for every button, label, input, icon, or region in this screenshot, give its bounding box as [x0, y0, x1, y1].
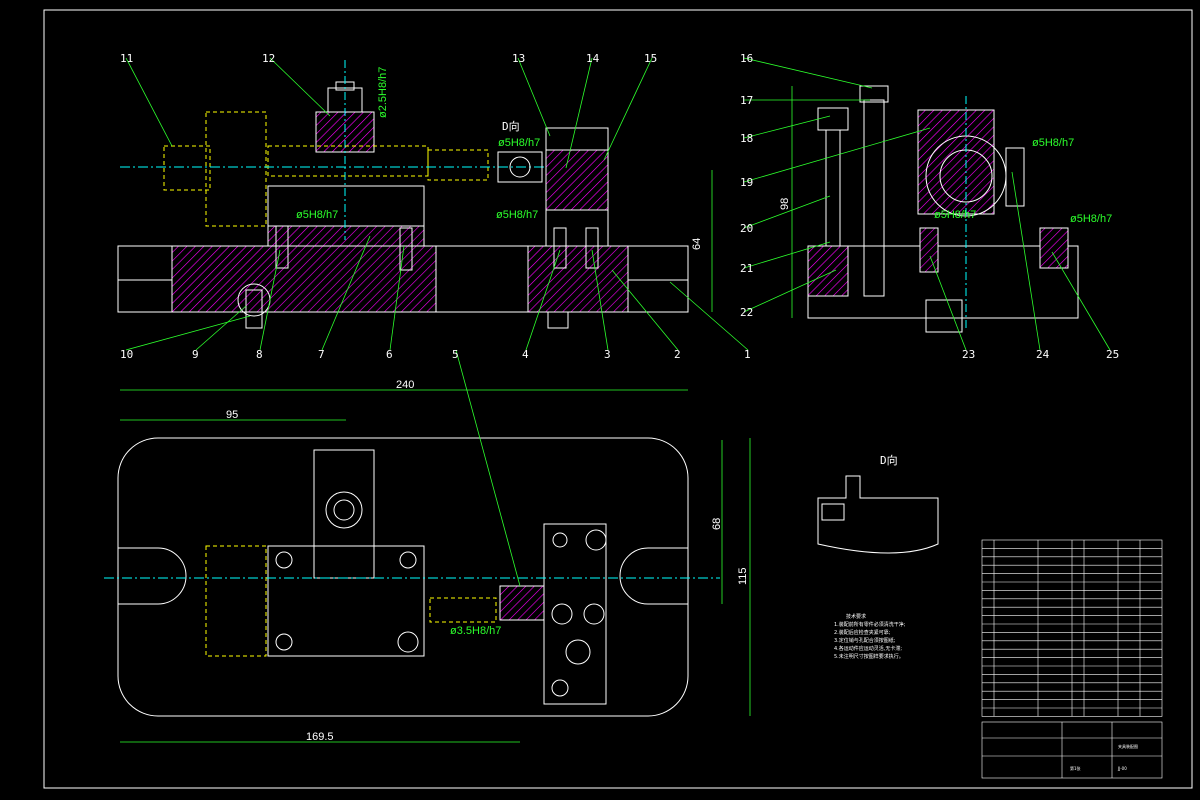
fit-a: ø5H8/h7 [498, 137, 540, 149]
balloon-8: 8 [256, 348, 263, 361]
fit-c: ø5H8/h7 [296, 209, 338, 221]
balloon-14: 14 [586, 52, 600, 65]
title-block-sheet: 第1张 [1070, 765, 1081, 771]
d-view-label-detail: D向 [880, 453, 898, 467]
title-block-drawing-no: JJ-00 [1117, 766, 1127, 771]
balloon-7: 7 [318, 348, 325, 361]
balloon-9: 9 [192, 348, 199, 361]
balloon-23: 23 [962, 348, 975, 361]
balloon-12: 12 [262, 52, 275, 65]
balloon-15: 15 [644, 52, 657, 65]
note-line-2: 2.装配后应检查夹紧可靠; [834, 629, 891, 636]
dim-240: 240 [396, 379, 414, 391]
balloon-3: 3 [604, 348, 611, 361]
balloon-24: 24 [1036, 348, 1050, 361]
balloon-1: 1 [744, 348, 751, 361]
balloon-16: 16 [740, 52, 753, 65]
balloon-13: 13 [512, 52, 525, 65]
balloon-6: 6 [386, 348, 393, 361]
cad-drawing: 1 2 3 4 5 6 7 8 9 10 11 12 13 14 15 16 1… [0, 0, 1200, 800]
balloon-5: 5 [452, 348, 459, 361]
note-line-1: 1.装配前所有零件必须清洗干净; [834, 621, 906, 628]
notes-title: 技术要求 [846, 613, 866, 620]
dim-98: 98 [779, 198, 791, 210]
balloon-22: 22 [740, 306, 753, 319]
note-line-3: 3.定位销与孔配合须按图纸; [834, 637, 896, 644]
balloon-19: 19 [740, 176, 753, 189]
balloon-11: 11 [120, 52, 133, 65]
note-line-5: 5.未注明尺寸按图样要求执行。 [834, 653, 904, 660]
balloon-17: 17 [740, 94, 753, 107]
balloon-18: 18 [740, 132, 753, 145]
balloon-20: 20 [740, 222, 753, 235]
dim-115: 115 [737, 567, 749, 585]
fit-d: ø5H8/h7 [1032, 137, 1074, 149]
dim-95: 95 [226, 409, 238, 421]
drawing-background [0, 0, 1200, 800]
fit-e: ø5H8/h7 [1070, 213, 1112, 225]
fit-b: ø5H8/h7 [496, 209, 538, 221]
title-block-name: 夹具装配图 [1118, 743, 1138, 749]
dim-68: 68 [711, 518, 723, 530]
fit-g: ø5H8/h7 [934, 209, 976, 221]
dim-64: 64 [691, 238, 703, 250]
balloon-4: 4 [522, 348, 529, 361]
balloon-25: 25 [1106, 348, 1119, 361]
fit-v: ø2.5H8/h7 [377, 67, 389, 118]
balloon-2: 2 [674, 348, 681, 361]
fit-f: ø3.5H8/h7 [450, 625, 501, 637]
note-line-4: 4.各运动件应运动灵活,无卡滞; [834, 645, 902, 652]
balloon-21: 21 [740, 262, 753, 275]
balloon-10: 10 [120, 348, 133, 361]
d-view-label-front: D向 [502, 119, 520, 133]
dim-169: 169.5 [306, 731, 334, 743]
